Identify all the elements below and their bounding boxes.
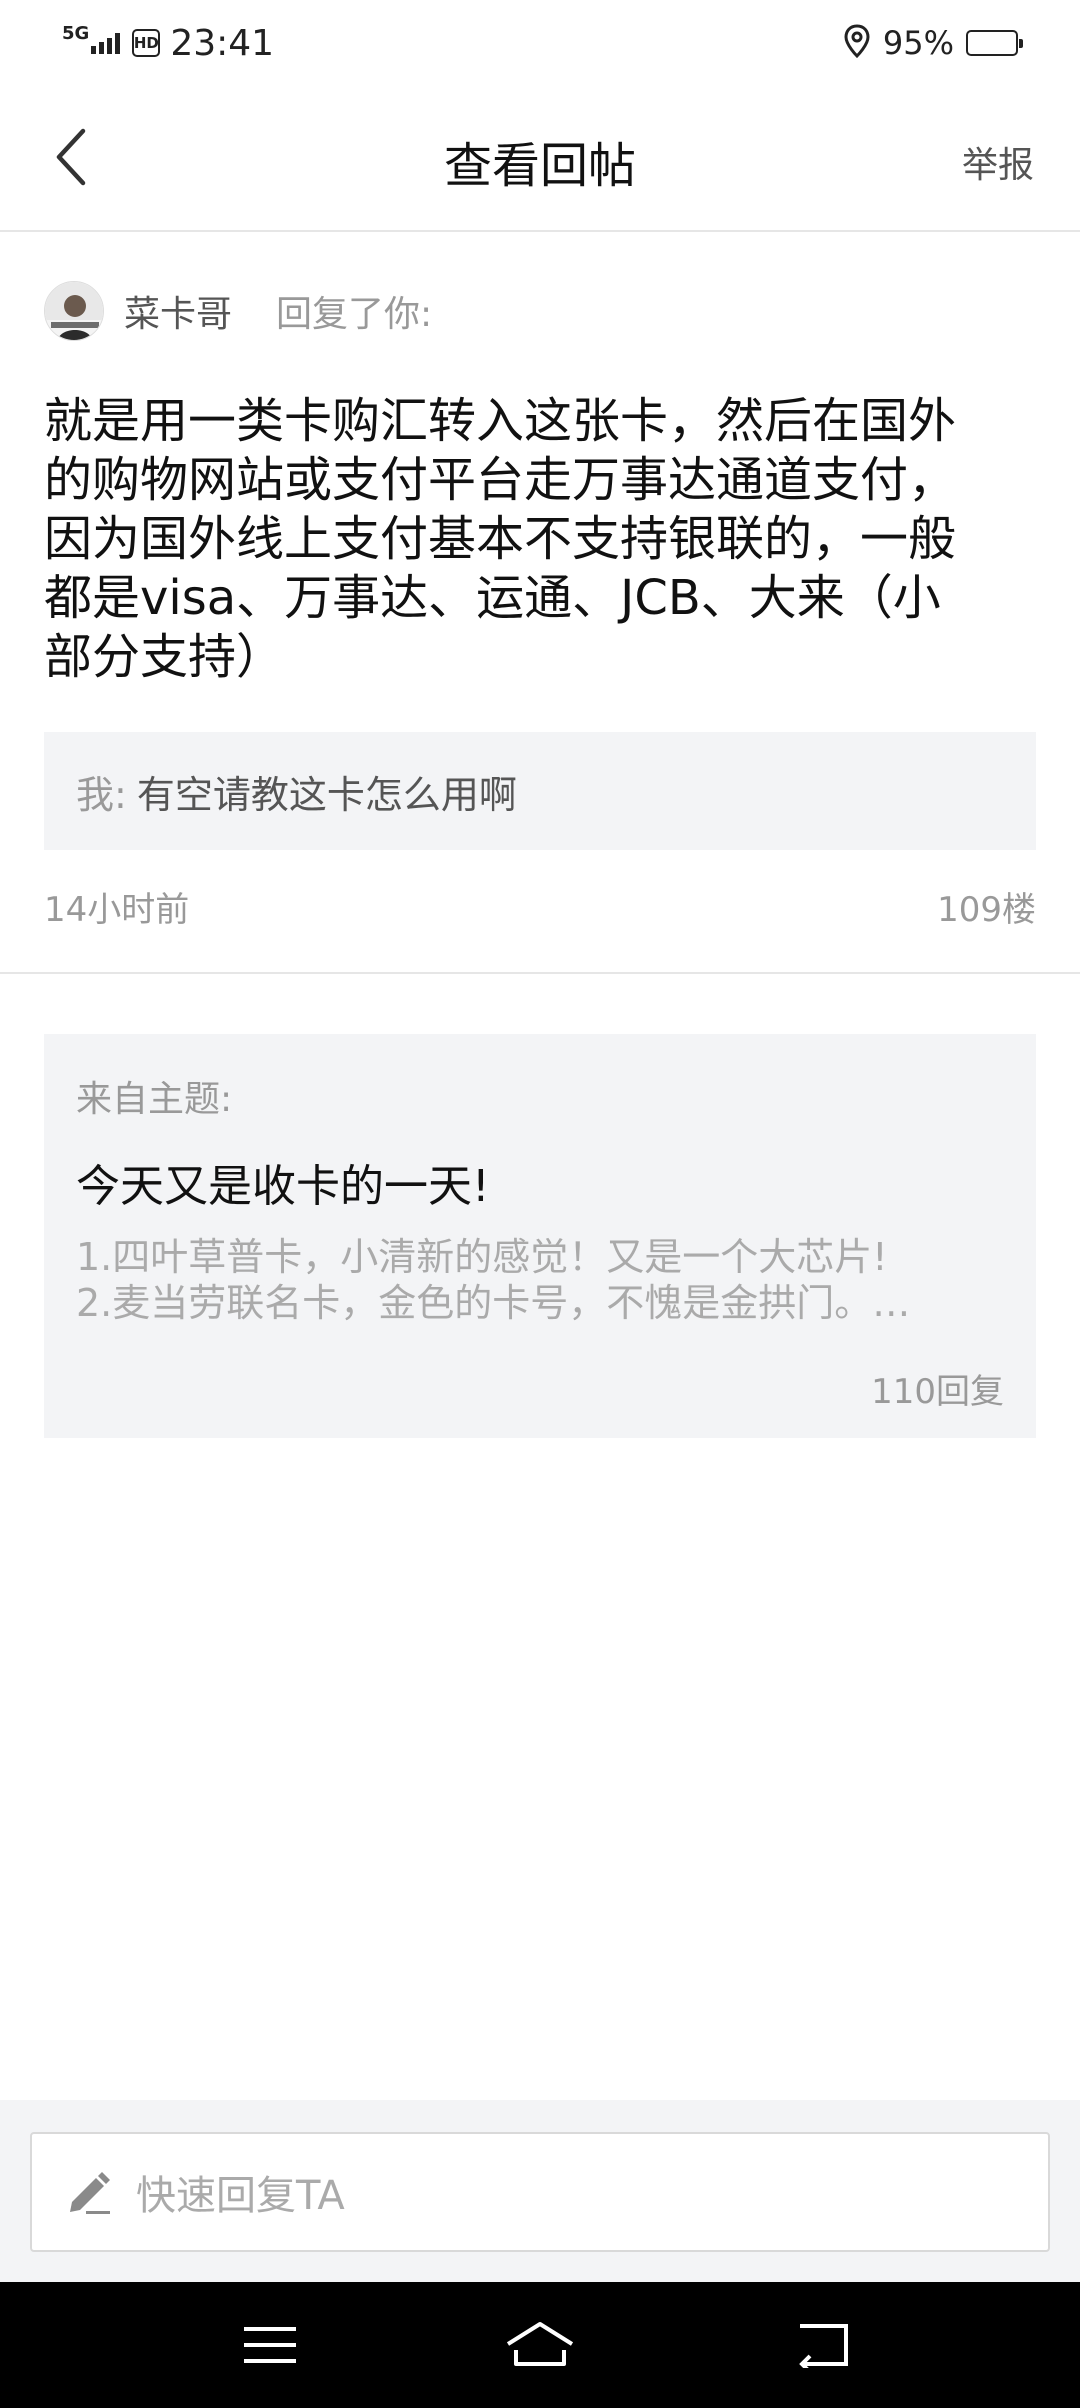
reply-floor: 109楼: [937, 890, 1036, 930]
excerpt-line: 2.麦当劳联名卡，金色的卡号，不愧是金拱门。…: [76, 1281, 911, 1325]
status-bar: 5G HD 23:41 95%: [0, 0, 1080, 86]
reply-section: 菜卡哥 回复了你: 就是用一类卡购汇转入这张卡，然后在国外 的购物网站或支付平台…: [0, 232, 1080, 974]
hd-icon: HD: [132, 29, 161, 57]
reply-line: 部分支持）: [44, 629, 285, 685]
back-icon: [799, 2324, 848, 2368]
reply-line: 的购物网站或支付平台走万事达通道支付，: [44, 452, 957, 508]
nav-bar: 查看回帖 举报: [0, 86, 1080, 232]
reply-placeholder: 快速回复TA: [136, 2173, 345, 2219]
author-row: 菜卡哥 回复了你:: [44, 280, 432, 342]
status-left: 5G HD 23:41: [62, 18, 274, 68]
topic-reply-count: 110回复: [871, 1372, 1004, 1412]
home-icon: [506, 2322, 574, 2366]
reply-verb: 回复了你:: [276, 294, 433, 335]
reply-line: 就是用一类卡购汇转入这张卡，然后在国外: [44, 393, 957, 449]
reply-body: 就是用一类卡购汇转入这张卡，然后在国外 的购物网站或支付平台走万事达通道支付， …: [44, 392, 1044, 687]
back-nav-button[interactable]: [784, 2305, 864, 2385]
topic-title: 今天又是收卡的一天!: [76, 1161, 490, 1212]
author-name[interactable]: 菜卡哥: [124, 285, 232, 337]
reply-detail-screen: 5G HD 23:41 95% 查看回帖 举报 菜卡哥 回复了你: 就是用一类卡…: [0, 0, 1080, 2408]
menu-button[interactable]: [230, 2305, 310, 2385]
topic-excerpt: 1.四叶草普卡，小清新的感觉！又是一个大芯片! 2.麦当劳联名卡，金色的卡号，不…: [76, 1234, 1006, 1326]
excerpt-line: 1.四叶草普卡，小清新的感觉！又是一个大芯片!: [76, 1235, 888, 1279]
reply-line: 因为国外线上支付基本不支持银联的，一般: [44, 511, 957, 567]
network-type: 5G: [62, 22, 90, 44]
quote-text: 有空请教这卡怎么用啊: [136, 772, 517, 817]
system-nav-bar: [0, 2282, 1080, 2408]
quoted-comment[interactable]: 我: 有空请教这卡怎么用啊: [44, 732, 1036, 850]
topic-card[interactable]: 来自主题: 今天又是收卡的一天! 1.四叶草普卡，小清新的感觉！又是一个大芯片!…: [44, 1034, 1036, 1438]
quick-reply-input[interactable]: 快速回复TA: [30, 2132, 1050, 2252]
page-title: 查看回帖: [443, 138, 636, 194]
report-button[interactable]: 举报: [962, 136, 1034, 188]
topic-from-label: 来自主题:: [76, 1079, 233, 1120]
status-time: 23:41: [170, 22, 275, 64]
location-icon: [843, 24, 871, 62]
reply-line: 都是visa、万事达、运通、JCB、大来（小: [44, 570, 941, 626]
menu-icon: [244, 2327, 296, 2363]
home-button[interactable]: [500, 2305, 580, 2385]
signal-icon: [91, 32, 121, 54]
reply-time: 14小时前: [44, 890, 190, 930]
battery-icon: [966, 30, 1023, 56]
avatar[interactable]: [44, 281, 104, 341]
pencil-icon: [60, 2164, 116, 2220]
status-right: 95%: [843, 18, 1023, 68]
quote-prefix: 我:: [76, 772, 127, 817]
reply-input-bar: 快速回复TA: [0, 2100, 1080, 2282]
battery-percent: 95%: [882, 24, 954, 62]
